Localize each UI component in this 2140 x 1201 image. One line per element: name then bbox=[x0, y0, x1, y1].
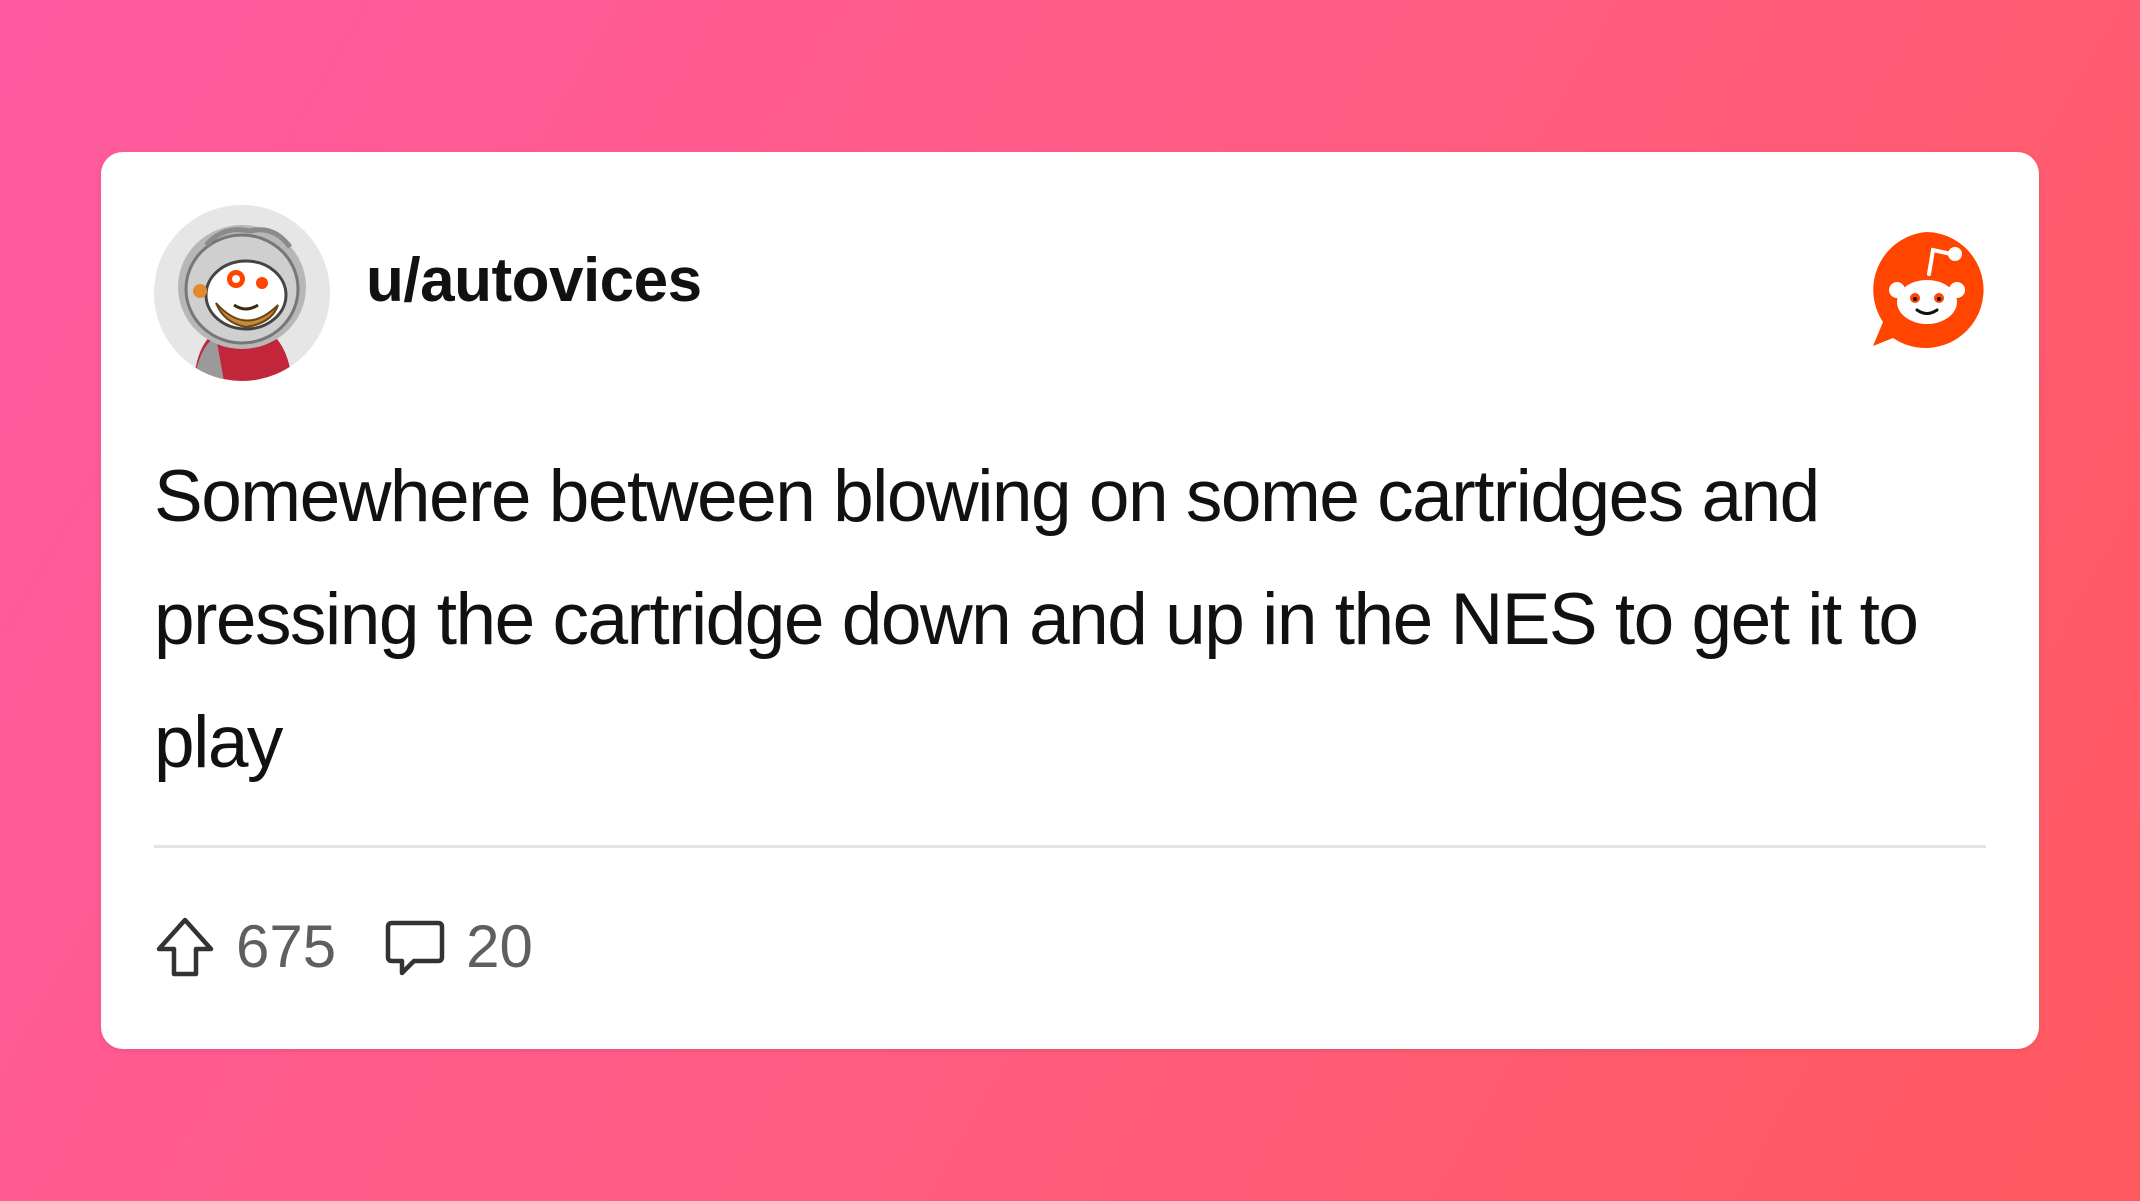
upvote-count: 675 bbox=[236, 913, 337, 980]
snoo-avatar-icon bbox=[154, 205, 330, 381]
comment-bubble-icon bbox=[385, 920, 445, 976]
upvote-button[interactable]: 675 bbox=[154, 915, 336, 979]
upvote-arrow-icon bbox=[156, 917, 214, 977]
post-actions: 675 20 bbox=[154, 912, 533, 982]
comment-count: 20 bbox=[466, 913, 533, 980]
divider bbox=[154, 845, 1986, 848]
post-card: u/autovices Somewhere between blowing on… bbox=[101, 152, 2039, 1049]
reddit-logo-icon[interactable] bbox=[1867, 230, 1987, 350]
username[interactable]: u/autovices bbox=[366, 250, 702, 312]
comments-button[interactable]: 20 bbox=[384, 915, 533, 979]
post-body-text: Somewhere between blowing on some cartri… bbox=[154, 456, 1919, 783]
user-avatar[interactable] bbox=[154, 205, 330, 381]
